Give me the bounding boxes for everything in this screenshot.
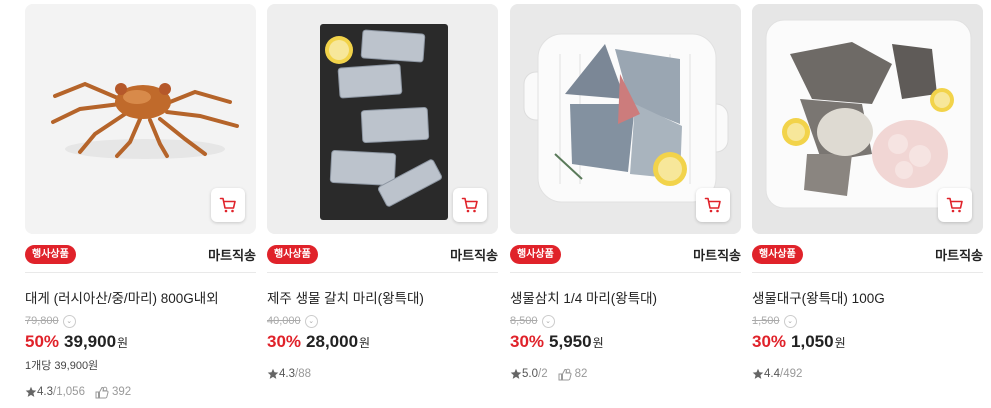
product-image[interactable] [25,4,256,234]
event-badge: 행사상품 [752,244,803,264]
divider [510,272,741,273]
original-price: 8,500 [510,315,538,327]
rating-value: 4.4 [764,368,780,380]
cart-icon [461,197,478,213]
event-badge: 행사상품 [267,244,318,264]
discount-rate: 30% [267,332,302,351]
likes: 392 [95,386,131,399]
divider [752,272,983,273]
cart-icon [946,197,963,213]
rating-value: 4.3 [279,368,295,380]
chevron-down-icon[interactable]: ⌄ [783,314,797,328]
divider [25,272,256,273]
sale-price: 1,050 [791,332,834,351]
price-row: 30% 28,000 원 [267,332,370,354]
product-image[interactable] [510,4,741,234]
product-meta: 행사상품 마트직송 [752,241,983,267]
chevron-down-icon[interactable]: ⌄ [62,314,76,328]
original-price: 1,500 [752,315,780,327]
original-price-row: 79,800 ⌄ [25,314,76,328]
rating-value: 4.3 [37,386,53,398]
rating-row: 4.3 /1,056 392 [25,384,131,400]
star-icon [25,386,37,397]
delivery-type: 마트직송 [208,247,256,263]
add-to-cart-button[interactable] [211,188,245,222]
product-meta: 행사상품 마트직송 [25,241,256,267]
event-badge: 행사상품 [510,244,561,264]
add-to-cart-button[interactable] [696,188,730,222]
product-card[interactable]: 행사상품 마트직송 제주 생물 갈치 마리(왕특대) 40,000 ⌄ 30% … [267,4,498,404]
unit-price: 1개당 39,900원 [25,360,99,372]
product-card[interactable]: 행사상품 마트직송 생물삼치 1/4 마리(왕특대) 8,500 ⌄ 30% 5… [510,4,741,404]
product-name[interactable]: 생물대구(왕특대) 100G [752,287,885,307]
cart-icon [219,197,236,213]
likes-count: 392 [111,386,132,398]
currency: 원 [592,336,604,350]
rating-row: 4.4 /492 [752,366,802,382]
divider [267,272,498,273]
event-badge: 행사상품 [25,244,76,264]
sale-price: 5,950 [549,332,592,351]
discount-rate: 50% [25,332,60,351]
delivery-type: 마트직송 [935,247,983,263]
product-name[interactable]: 생물삼치 1/4 마리(왕특대) [510,287,657,307]
sale-price: 28,000 [306,332,359,351]
chevron-down-icon[interactable]: ⌄ [541,314,555,328]
currency: 원 [117,336,129,350]
discount-rate: 30% [510,332,545,351]
review-count: /2 [538,368,548,380]
product-meta: 행사상품 마트직송 [510,241,741,267]
sale-price: 39,900 [64,332,117,351]
rating-row: 5.0 /2 82 [510,366,587,382]
likes: 82 [558,368,588,381]
original-price: 79,800 [25,315,59,327]
currency: 원 [834,336,846,350]
product-image[interactable] [267,4,498,234]
product-name[interactable]: 제주 생물 갈치 마리(왕특대) [267,287,424,307]
product-card[interactable]: 행사상품 마트직송 생물대구(왕특대) 100G 1,500 ⌄ 30% 1,0… [752,4,983,404]
cart-icon [704,197,721,213]
like-hand-icon [558,368,572,380]
rating-row: 4.3 /88 [267,366,311,382]
original-price-row: 1,500 ⌄ [752,314,797,328]
like-hand-icon [95,386,109,398]
product-meta: 행사상품 마트직송 [267,241,498,267]
product-name[interactable]: 대게 (러시아산/중/마리) 800G내외 [25,287,219,307]
product-image[interactable] [752,4,983,234]
product-grid: 행사상품 마트직송 대게 (러시아산/중/마리) 800G내외 79,800 ⌄… [0,0,991,408]
original-price-row: 8,500 ⌄ [510,314,555,328]
star-icon [510,368,522,379]
star-icon [267,368,279,379]
review-count: /88 [295,368,311,380]
product-card[interactable]: 행사상품 마트직송 대게 (러시아산/중/마리) 800G내외 79,800 ⌄… [25,4,256,404]
delivery-type: 마트직송 [693,247,741,263]
price-row: 30% 5,950 원 [510,332,604,354]
review-count: /492 [780,368,803,380]
original-price: 40,000 [267,315,301,327]
likes-count: 82 [574,368,588,380]
star-icon [752,368,764,379]
review-count: /1,056 [53,386,85,398]
price-row: 30% 1,050 원 [752,332,846,354]
currency: 원 [359,336,371,350]
add-to-cart-button[interactable] [938,188,972,222]
chevron-down-icon[interactable]: ⌄ [304,314,318,328]
delivery-type: 마트직송 [450,247,498,263]
price-row: 50% 39,900 원 [25,332,128,354]
original-price-row: 40,000 ⌄ [267,314,318,328]
add-to-cart-button[interactable] [453,188,487,222]
discount-rate: 30% [752,332,787,351]
rating-value: 5.0 [522,368,538,380]
